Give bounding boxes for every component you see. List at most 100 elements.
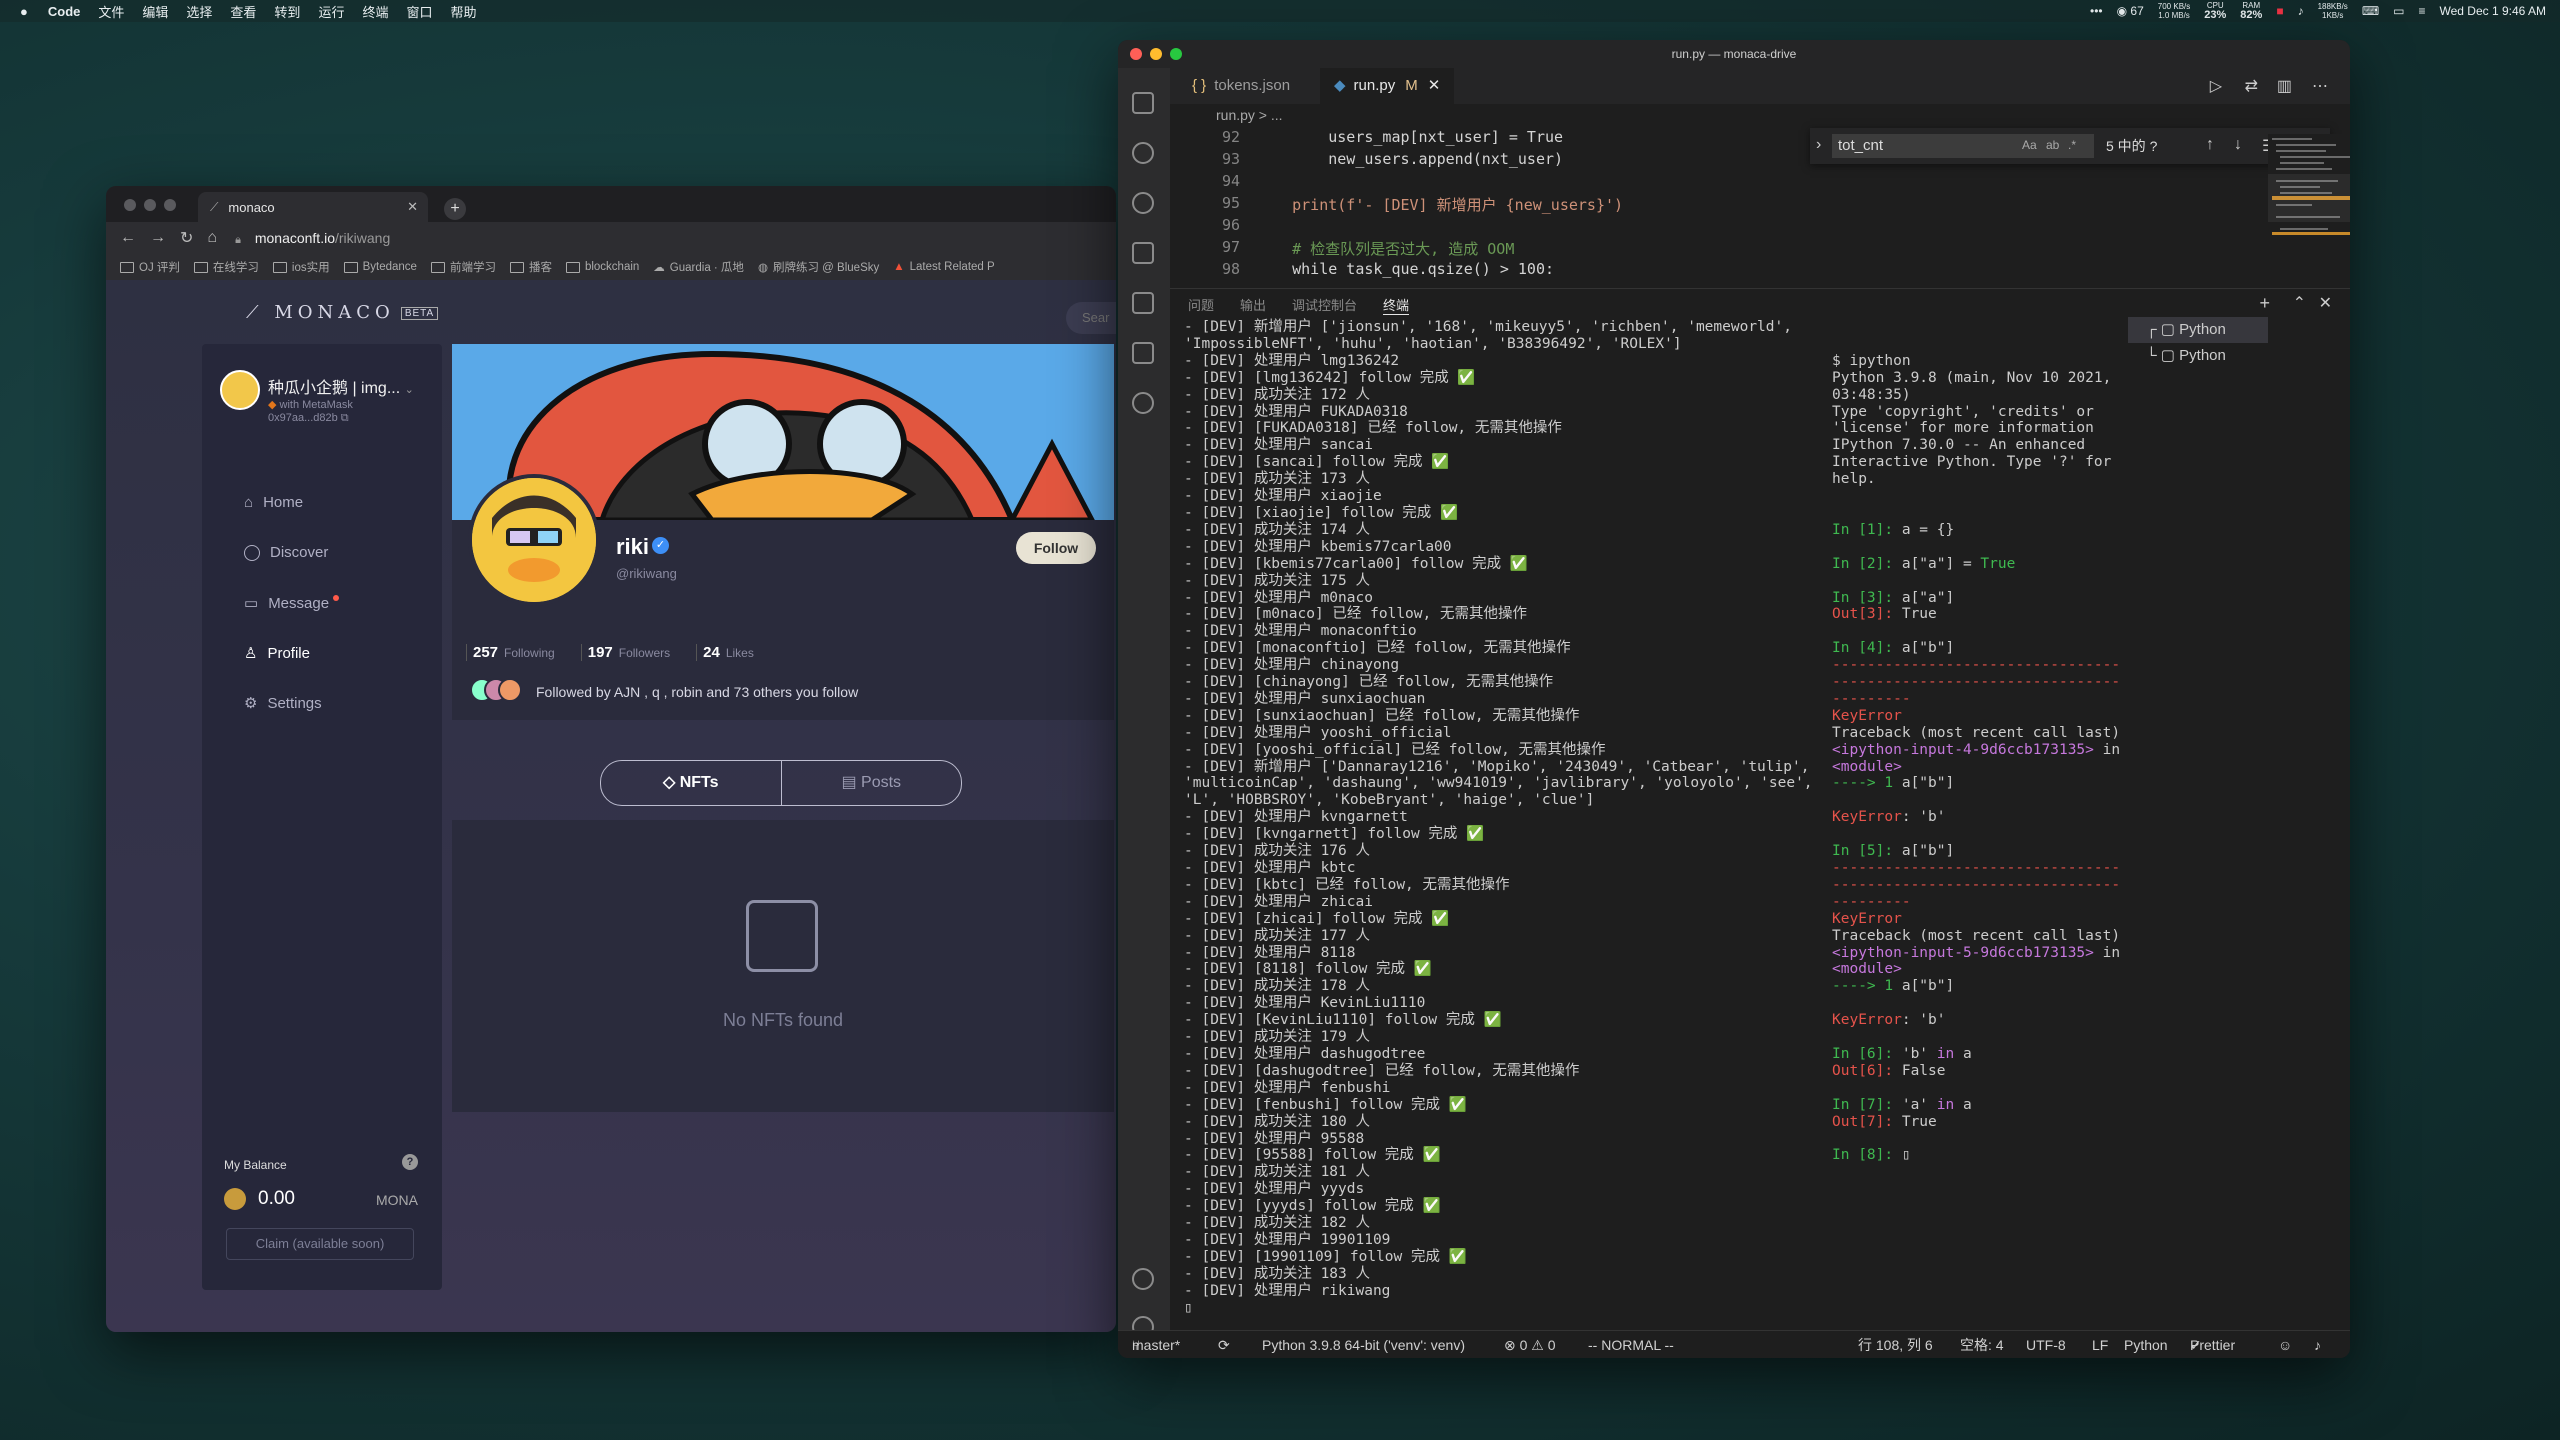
nav-message[interactable]: ▭ Message <box>244 594 340 612</box>
menu-edit[interactable]: 编辑 <box>142 2 168 21</box>
bookmark-item[interactable]: ◍ 刷牌练习 @ BlueSky <box>758 259 879 275</box>
more-actions-icon[interactable]: ⋯ <box>2312 76 2328 96</box>
chevron-right-icon[interactable]: › <box>1816 136 1821 154</box>
follow-button[interactable]: Follow <box>1016 532 1096 564</box>
new-tab-button[interactable]: + <box>444 198 466 220</box>
menu-terminal[interactable]: 终端 <box>362 2 388 21</box>
maximize-panel-icon[interactable]: ⌃ <box>2293 293 2306 313</box>
bell-icon[interactable]: ♪ <box>2298 4 2304 18</box>
tab-problems[interactable]: 问题 <box>1188 295 1214 315</box>
problems-indicator[interactable]: ⊗ 0 ⚠ 0 <box>1504 1331 1556 1358</box>
code-editor[interactable]: 92 users_map[nxt_user] = True 93 new_use… <box>1170 128 2350 286</box>
control-center-icon[interactable]: ≡ <box>2418 4 2425 18</box>
help-icon[interactable]: ? <box>402 1154 418 1170</box>
menu-go[interactable]: 转到 <box>274 2 300 21</box>
apple-icon[interactable]: ● <box>20 4 28 19</box>
input-method-icon[interactable]: ⌨ <box>2362 4 2379 18</box>
minimize-window-button[interactable] <box>1150 48 1162 60</box>
app-menu[interactable]: Code <box>48 4 81 19</box>
tab-run-py[interactable]: ◆ run.py M ✕ <box>1320 68 1455 104</box>
followers-stat[interactable]: 197 Followers <box>580 644 670 661</box>
encoding[interactable]: UTF-8 <box>2026 1331 2066 1358</box>
close-tab-icon[interactable]: ✕ <box>1428 77 1441 94</box>
disk-stat[interactable]: 188KB/s 1KB/s <box>2318 2 2348 20</box>
back-icon[interactable]: ← <box>120 229 136 247</box>
remote-icon[interactable] <box>1132 392 1154 414</box>
tab-terminal[interactable]: 终端 <box>1383 295 1410 315</box>
regex-icon[interactable]: .* <box>2068 138 2076 152</box>
breadcrumb[interactable]: run.py > ... <box>1170 104 1283 126</box>
sync-icon[interactable]: ⟳ <box>1218 1331 1230 1358</box>
run-debug-icon[interactable] <box>1132 242 1154 264</box>
followed-by[interactable]: Followed by AJN , q , robin and 73 other… <box>470 678 858 705</box>
chevron-down-icon[interactable]: ⌄ <box>405 384 414 396</box>
tab-posts[interactable]: ▤ Posts <box>782 761 962 805</box>
feedback-icon[interactable]: ☺ <box>2278 1331 2292 1358</box>
language-mode[interactable]: Python <box>2124 1331 2168 1358</box>
close-panel-icon[interactable]: ✕ <box>2319 293 2332 313</box>
nav-discover[interactable]: Discover <box>244 544 328 561</box>
forward-icon[interactable]: → <box>150 229 166 247</box>
copy-icon[interactable]: ⧉ <box>341 412 349 424</box>
close-window-button[interactable] <box>124 199 136 211</box>
ram-stat[interactable]: RAM 82% <box>2240 1 2262 21</box>
compare-icon[interactable]: ⇄ <box>2245 76 2258 96</box>
testing-icon[interactable] <box>1132 342 1154 364</box>
menu-help[interactable]: 帮助 <box>450 2 476 21</box>
menu-run[interactable]: 运行 <box>318 2 344 21</box>
record-icon[interactable]: ■ <box>2276 4 2283 18</box>
url-field[interactable]: 🔒︎ monaconft.io/rikiwang <box>235 230 390 247</box>
source-control-icon[interactable] <box>1132 192 1154 214</box>
menu-view[interactable]: 查看 <box>230 2 256 21</box>
monaco-logo[interactable]: ⟋ MONACO BETA <box>246 302 439 323</box>
ipython-terminal[interactable]: $ ipython Python 3.9.8 (main, Nov 10 202… <box>1832 319 2122 1198</box>
bookmark-item[interactable]: blockchain <box>565 261 639 273</box>
terminal-output[interactable]: - [DEV] 新增用户 ['jionsun', '168', 'mikeuyy… <box>1184 319 1824 1316</box>
close-tab-icon[interactable]: ✕ <box>407 199 418 215</box>
close-window-button[interactable] <box>1130 48 1142 60</box>
site-search-input[interactable]: Sear <box>1066 302 1116 334</box>
tab-tokens-json[interactable]: { } tokens.json <box>1178 68 1304 104</box>
bookmark-item[interactable]: ▲ Latest Related P <box>893 261 994 273</box>
extensions-icon[interactable] <box>1132 292 1154 314</box>
network-stat[interactable]: 700 KB/s 1.0 MB/s <box>2158 2 2190 20</box>
cpu-stat[interactable]: CPU 23% <box>2204 1 2226 21</box>
wechat-icon[interactable]: ◉ 67 <box>2117 4 2144 18</box>
menu-select[interactable]: 选择 <box>186 2 212 21</box>
minimize-window-button[interactable] <box>144 199 156 211</box>
zoom-window-button[interactable] <box>164 199 176 211</box>
more-icon[interactable]: ••• <box>2090 4 2103 18</box>
bookmark-item[interactable]: 播客 <box>509 259 552 275</box>
match-case-icon[interactable]: Aa <box>2022 138 2037 152</box>
nav-profile[interactable]: ♙ Profile <box>244 644 310 663</box>
nav-settings[interactable]: ⚙ Settings <box>244 694 322 713</box>
split-editor-icon[interactable]: ▥ <box>2277 76 2292 96</box>
battery-icon[interactable]: ▭ <box>2393 4 2404 18</box>
new-terminal-icon[interactable]: + <box>2259 293 2270 314</box>
home-icon[interactable]: ⌂ <box>207 229 217 247</box>
menu-file[interactable]: 文件 <box>98 2 124 21</box>
bookmark-item[interactable]: 前端学习 <box>430 259 496 275</box>
following-stat[interactable]: 257 Following <box>466 644 555 661</box>
terminal-item[interactable]: ┌ ▢ Python <box>2128 317 2268 343</box>
browser-tab[interactable]: ⟋ monaco ✕ <box>198 192 428 222</box>
run-icon[interactable]: ▷ <box>2210 76 2222 96</box>
tab-debug-console[interactable]: 调试控制台 <box>1292 295 1357 315</box>
bookmark-item[interactable]: ☁ Guardia · 瓜地 <box>653 259 744 275</box>
interpreter-selector[interactable]: Python 3.9.8 64-bit ('venv': venv) <box>1262 1331 1465 1358</box>
tab-nfts[interactable]: ◇ NFTs <box>601 761 782 805</box>
cursor-position[interactable]: 行 108, 列 6 <box>1858 1331 1933 1358</box>
line-ending[interactable]: LF <box>2092 1331 2108 1358</box>
menu-window[interactable]: 窗口 <box>406 2 432 21</box>
terminal-item[interactable]: └ ▢ Python <box>2128 343 2268 369</box>
search-icon[interactable] <box>1132 142 1154 164</box>
account-icon[interactable] <box>1132 1268 1154 1290</box>
bookmark-item[interactable]: Bytedance <box>343 261 417 273</box>
clock[interactable]: Wed Dec 1 9:46 AM <box>2440 4 2547 18</box>
reload-icon[interactable]: ↻ <box>180 228 193 248</box>
arrow-down-icon[interactable]: ↓ <box>2234 136 2242 154</box>
nav-home[interactable]: ⌂ Home <box>244 494 303 511</box>
claim-button[interactable]: Claim (available soon) <box>226 1228 414 1260</box>
bookmark-item[interactable]: ios实用 <box>272 259 330 275</box>
explorer-icon[interactable] <box>1132 92 1154 114</box>
